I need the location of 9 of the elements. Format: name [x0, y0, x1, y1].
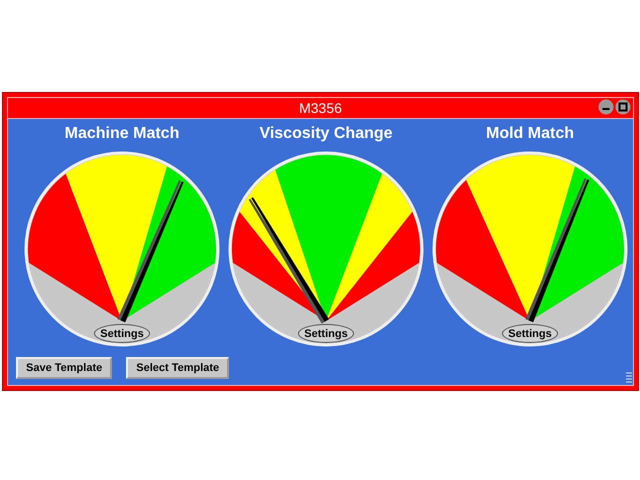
maximize-icon[interactable] — [615, 99, 631, 115]
resize-grip-icon[interactable] — [626, 371, 632, 383]
window-title: M3356 — [299, 100, 342, 116]
minimize-icon[interactable] — [598, 99, 614, 115]
gauge-title: Machine Match — [64, 124, 180, 144]
template-button[interactable]: Save Template — [16, 357, 112, 379]
gauge-title: Mold Match — [486, 124, 574, 144]
template-button[interactable]: Select Template — [126, 357, 230, 379]
gauge-title: Viscosity Change — [259, 124, 393, 144]
